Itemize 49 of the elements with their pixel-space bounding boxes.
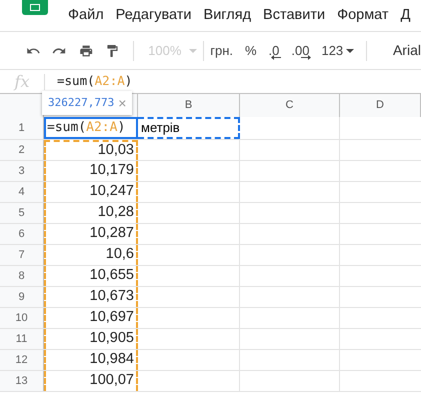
- table-cell: 10,179: [44, 161, 138, 181]
- menu-item[interactable]: Вставити: [263, 5, 326, 27]
- column-header[interactable]: D: [340, 94, 421, 117]
- column-header[interactable]: B: [138, 94, 240, 117]
- table-cell: 10,287: [44, 224, 138, 244]
- menu-item[interactable]: Редагувати: [116, 5, 192, 27]
- format-button[interactable]: грн.: [210, 40, 233, 60]
- table-cell: 100,07: [44, 371, 138, 391]
- row-header[interactable]: 9: [0, 287, 44, 307]
- menu-item[interactable]: Формат: [337, 5, 389, 27]
- table-cell: 10,28: [44, 203, 138, 223]
- decrease-decimal-button[interactable]: .0: [268, 40, 280, 60]
- format-button[interactable]: %: [244, 40, 257, 60]
- caret-icon: [189, 48, 198, 52]
- sheets-logo-icon[interactable]: [22, 0, 48, 15]
- caret-icon: [346, 48, 354, 52]
- table-cell: метрів: [138, 117, 240, 139]
- table-cell: 10,655: [44, 266, 138, 286]
- row-header[interactable]: 11: [0, 329, 44, 349]
- table-cell: 10,697: [44, 308, 138, 328]
- row-header[interactable]: 7: [0, 245, 44, 265]
- menu-item[interactable]: Вигляд: [204, 5, 252, 27]
- row-header[interactable]: 2: [0, 140, 44, 160]
- row-header[interactable]: 4: [0, 182, 44, 202]
- right-arrow-icon: [301, 54, 312, 60]
- table-cell: 10,984: [44, 350, 138, 370]
- row-header[interactable]: 12: [0, 350, 44, 370]
- table-cell: 10,03: [44, 140, 138, 160]
- row-header[interactable]: 1: [0, 117, 44, 139]
- cell-editor[interactable]: =sum(A2:A): [44, 117, 138, 139]
- result-preview: 326227,773: [48, 94, 114, 111]
- table-cell: 10,247: [44, 182, 138, 202]
- formula-input[interactable]: =sum(A2:A): [45, 72, 132, 91]
- row-header[interactable]: 3: [0, 161, 44, 181]
- table-cell: 10,673: [44, 287, 138, 307]
- row-header[interactable]: 8: [0, 266, 44, 286]
- row-header[interactable]: 6: [0, 224, 44, 244]
- increase-decimal-button[interactable]: .00: [291, 40, 310, 60]
- row-header[interactable]: 5: [0, 203, 44, 223]
- left-arrow-icon: [270, 54, 281, 60]
- row-header[interactable]: 10: [0, 308, 44, 328]
- menu-item[interactable]: Файл: [68, 5, 104, 27]
- number-format-dropdown[interactable]: 123: [321, 40, 354, 60]
- menu-item[interactable]: Д: [400, 5, 410, 27]
- table-cell: 10,6: [44, 245, 138, 265]
- font-dropdown[interactable]: Arial: [392, 40, 421, 61]
- table-cell: 10,905: [44, 329, 138, 349]
- row-header[interactable]: 13: [0, 371, 44, 391]
- column-header[interactable]: C: [240, 94, 340, 117]
